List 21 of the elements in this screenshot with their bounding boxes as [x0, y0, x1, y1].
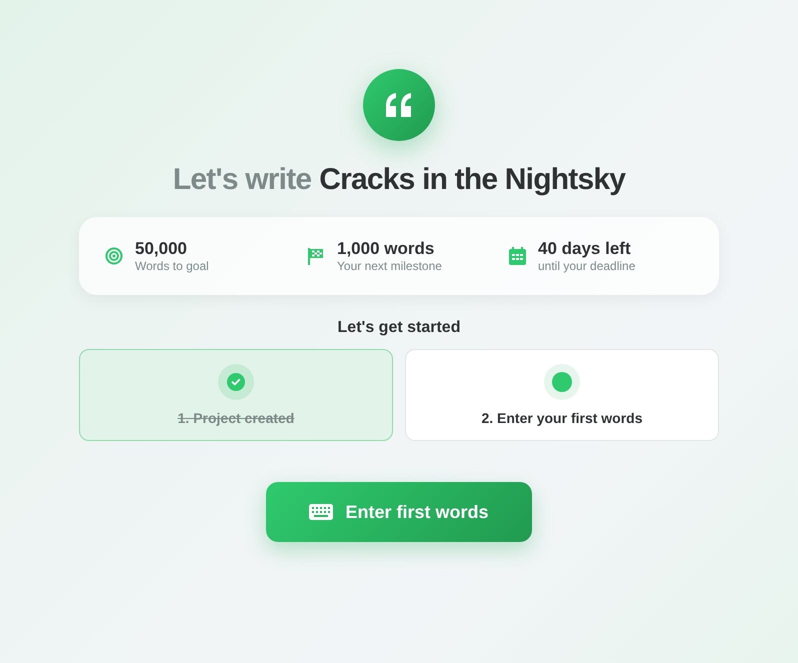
stat-value: 50,000 [135, 238, 188, 258]
stat-value: 1,000 words [337, 238, 436, 258]
calendar-icon [509, 247, 526, 265]
stat-value: 40 days left [538, 238, 632, 258]
steps-title: Let's get started [338, 319, 460, 337]
step-card[interactable]: 2. Enter your first words [405, 349, 719, 441]
heading-prefix: Let's write [172, 162, 312, 198]
step-card[interactable]: 1. Project created [79, 349, 393, 441]
stat-label: until your deadline [538, 258, 636, 274]
check-circle-icon [218, 364, 254, 400]
dot-icon [544, 364, 580, 400]
stat-label: Your next milestone [337, 258, 442, 274]
quote-icon [384, 93, 414, 117]
checkered-flag-icon [307, 247, 325, 265]
enter-words-button[interactable]: Enter first words [266, 482, 532, 542]
target-icon [105, 247, 123, 265]
stat-label: Words to goal [135, 258, 209, 274]
step-label: 1. Project created [178, 410, 294, 426]
project-title: Cracks in the Nightsky [319, 162, 626, 198]
keyboard-icon [309, 504, 334, 520]
step-label: 2. Enter your first words [481, 410, 643, 426]
